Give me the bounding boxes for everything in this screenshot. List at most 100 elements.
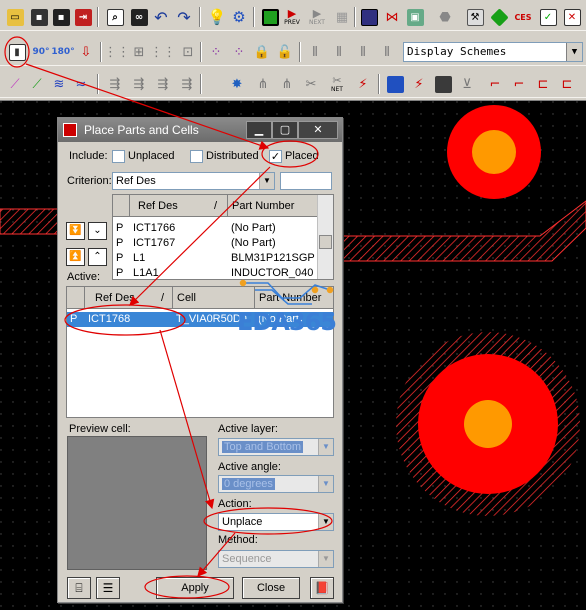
apply-button[interactable]: Apply (156, 577, 234, 599)
parts-grid[interactable]: Ref Des / Part Number P ICT1766 (No Part)… (112, 194, 334, 280)
measure-icon[interactable]: ⚡ (352, 73, 374, 95)
spread-icon[interactable]: ⊡ (177, 41, 199, 63)
fanout-icon[interactable]: ⫴ (376, 41, 398, 63)
active-ref-des-header[interactable]: Ref Des / (85, 287, 173, 309)
chevron-down-icon[interactable]: ▼ (259, 173, 274, 189)
method-select[interactable]: Sequence ▼ (218, 550, 334, 568)
table-row[interactable]: P ICT1767 (No Part) (113, 236, 333, 251)
scrollbar-thumb[interactable] (319, 235, 332, 249)
cross-icon[interactable]: ✕ (561, 6, 583, 28)
open-icon[interactable]: ▭ (4, 6, 26, 28)
photo-icon[interactable]: ▣ (404, 6, 426, 28)
move-up-icon[interactable]: ⌃ (88, 248, 107, 266)
array-icon[interactable]: ⊞ (128, 41, 150, 63)
split-icon[interactable]: ⋔ (252, 73, 274, 95)
move-down-icon[interactable]: ⌄ (88, 222, 107, 240)
close-button[interactable]: Close (242, 577, 300, 599)
list-icon[interactable]: ☰ (96, 577, 120, 599)
close-icon[interactable]: ✕ (298, 121, 338, 139)
grid-icon-gray[interactable]: ▦ (331, 6, 353, 28)
help-book-icon[interactable]: 📕 (310, 577, 334, 599)
save-as-icon[interactable]: ▪ (50, 6, 72, 28)
tool-icon[interactable]: ⚒ (464, 6, 486, 28)
group-icon[interactable]: ⋮⋮ (150, 41, 176, 63)
save-icon[interactable]: ▪ (28, 6, 50, 28)
flag-icon[interactable] (384, 73, 406, 95)
route-icon[interactable]: ⋈ (381, 6, 403, 28)
pins-icon[interactable]: ⁘ (205, 41, 227, 63)
distribute-icon[interactable]: ⫴ (304, 41, 326, 63)
display-schemes-select[interactable]: Display Schemes ▼ (403, 42, 583, 62)
distributed-checkbox[interactable] (190, 150, 203, 163)
probe-icon[interactable]: ⌐ (508, 73, 530, 95)
maximize-icon[interactable]: ▢ (272, 121, 298, 139)
action-select[interactable]: Unplace ▼ (218, 513, 334, 531)
net-icon[interactable]: ⫴ (352, 41, 374, 63)
chevron-down-icon[interactable]: ▼ (318, 439, 333, 455)
next-icon[interactable]: ▶ NEXT (306, 6, 328, 28)
rotate-180-icon[interactable]: 180° (51, 41, 74, 63)
align-icon[interactable]: ⋮⋮ (104, 41, 130, 63)
stop-icon[interactable]: ⬣ (434, 6, 456, 28)
unlock-icon[interactable]: 🔓 (274, 41, 296, 63)
move-all-down-icon[interactable]: ⏬ (66, 222, 85, 240)
prev-icon[interactable]: ▶ PREV (281, 6, 303, 28)
chip-icon[interactable] (432, 73, 454, 95)
move-all-up-icon[interactable]: ⏫ (66, 248, 85, 266)
ref-des-column-header[interactable]: Ref Des / (130, 195, 228, 217)
chevron-down-icon[interactable]: ▼ (318, 476, 333, 492)
tune-icon[interactable]: ⋔ (276, 73, 298, 95)
redo-icon[interactable]: ↷ (173, 6, 195, 28)
net-highlight-icon[interactable]: ✂ NET (326, 73, 348, 95)
minimize-icon[interactable]: ▁ (246, 121, 272, 139)
table-row[interactable]: P L1 BLM31P121SGP (113, 251, 333, 266)
keyboard-icon[interactable]: ⇶ (152, 73, 174, 95)
stack-icon[interactable]: ≈ (70, 73, 92, 95)
wave-icon[interactable]: ≋ (48, 73, 70, 95)
net-color-icon[interactable]: ✸ (226, 73, 248, 95)
placed-checkbox[interactable]: ✓ (269, 150, 282, 163)
exit-icon[interactable]: ⇥ (72, 6, 94, 28)
properties-icon[interactable]: ⌸ (67, 577, 91, 599)
swap-icon[interactable]: ⁘ (228, 41, 250, 63)
gap-icon[interactable]: ⇶ (176, 73, 198, 95)
table-row[interactable]: P L1A1 INDUCTOR_040 (113, 266, 333, 279)
connector-icon[interactable]: ⊏ (532, 73, 554, 95)
active-part-number-header[interactable]: Part Number (255, 287, 333, 309)
place-parts-icon[interactable]: ▮ (6, 41, 28, 63)
chevron-down-icon[interactable]: ▼ (318, 551, 333, 567)
gear-icon[interactable]: ⚙ (228, 6, 250, 28)
unplaced-checkbox[interactable] (112, 150, 125, 163)
find-icon[interactable]: ∞ (128, 6, 150, 28)
active-angle-select[interactable]: 0 degrees ▼ (218, 475, 334, 493)
pin-icon[interactable]: ⊏ (556, 73, 578, 95)
rotate-90-icon[interactable]: 90° (30, 41, 52, 63)
ruler-icon[interactable]: ⚡ (408, 73, 430, 95)
trace-icon[interactable]: ⟋ (4, 73, 26, 95)
corner-icon[interactable]: ⌐ (484, 73, 506, 95)
grid-snap-icon[interactable]: ⫴ (328, 41, 350, 63)
light-icon[interactable]: 💡 (206, 6, 228, 28)
lock-icon[interactable]: 🔒 (251, 41, 273, 63)
diamond-icon[interactable] (488, 6, 510, 28)
layers-icon[interactable] (358, 6, 380, 28)
parts-grid-scrollbar[interactable] (317, 195, 333, 279)
layer-icon[interactable]: ⇶ (104, 73, 126, 95)
active-grid[interactable]: Ref Des / Cell Part Number P ICT1768 T_VI… (66, 286, 334, 418)
cut-icon[interactable]: ✂ (300, 73, 322, 95)
stamp-icon[interactable]: ⊻ (456, 73, 478, 95)
chevron-down-icon[interactable]: ▼ (318, 514, 333, 530)
zoom-icon[interactable]: ⌕ (104, 6, 126, 28)
select-icon[interactable] (259, 6, 281, 28)
criterion-filter-input[interactable] (280, 172, 332, 190)
check-icon[interactable]: ✓ (537, 6, 559, 28)
active-layer-select[interactable]: Top and Bottom ▼ (218, 438, 334, 456)
cell-column-header[interactable]: Cell (173, 287, 255, 309)
chevron-down-icon[interactable]: ▼ (566, 43, 582, 61)
part-number-column-header[interactable]: Part Number (228, 195, 319, 217)
slope-icon[interactable]: ⟋ (26, 73, 48, 95)
push-icon[interactable]: ⇩ (75, 41, 97, 63)
dialog-title-bar[interactable]: Place Parts and Cells ▁ ▢ ✕ (58, 118, 342, 142)
criterion-select[interactable]: Ref Des ▼ (112, 172, 275, 190)
ces-icon[interactable]: CES (512, 6, 534, 28)
